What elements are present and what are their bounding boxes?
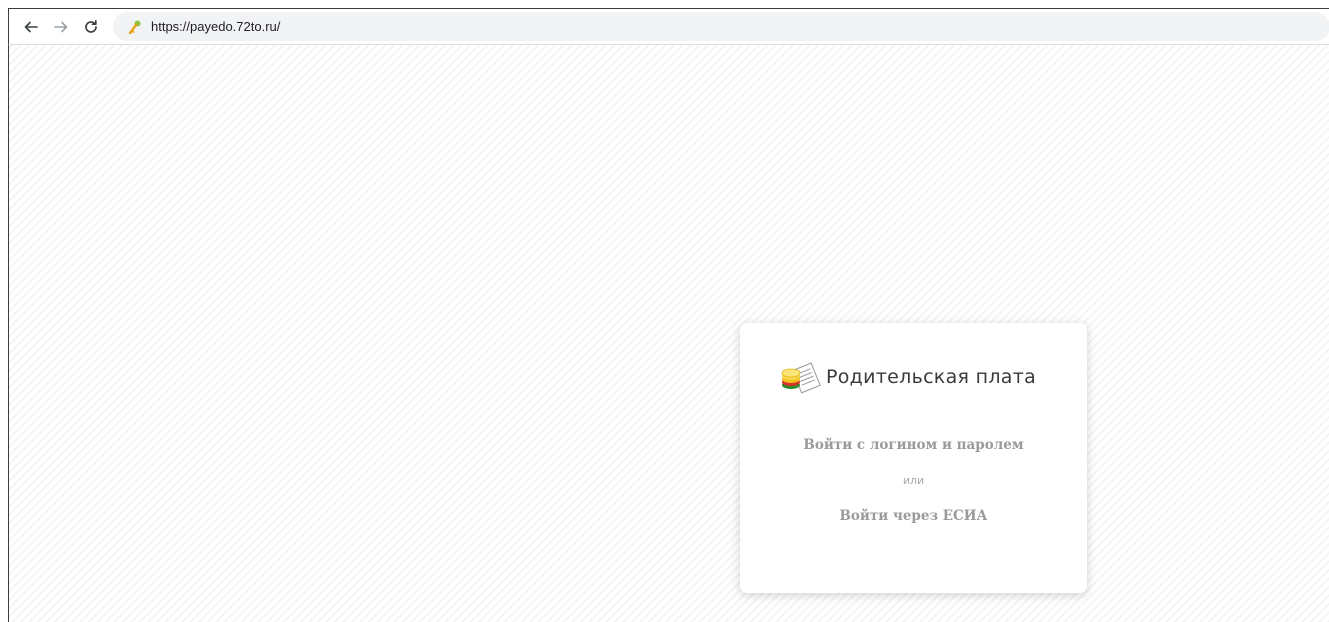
or-separator: или: [902, 474, 925, 487]
reload-button[interactable]: [79, 15, 103, 39]
arrow-left-icon: [24, 21, 38, 33]
brand: Родительская плата: [778, 357, 1036, 397]
brand-title: Родительская плата: [826, 366, 1037, 388]
login-with-password-link[interactable]: Войти с логином и паролем: [740, 437, 1087, 453]
key-icon[interactable]: [127, 19, 143, 35]
forward-button[interactable]: [49, 15, 73, 39]
login-via-esia-link[interactable]: Войти через ЕСИА: [740, 508, 1087, 524]
back-button[interactable]: [19, 15, 43, 39]
reload-icon: [85, 19, 97, 33]
address-bar[interactable]: https://payedo.72to.ru/: [113, 12, 1329, 41]
url-text: https://payedo.72to.ru/: [151, 19, 281, 34]
login-card: Родительская плата Войти с логином и пар…: [740, 323, 1087, 593]
browser-toolbar: https://payedo.72to.ru/: [8, 8, 1329, 45]
coins-document-logo-icon: [781, 362, 821, 394]
arrow-right-icon: [54, 21, 68, 33]
page-background: Родительская плата Войти с логином и пар…: [8, 45, 1329, 622]
